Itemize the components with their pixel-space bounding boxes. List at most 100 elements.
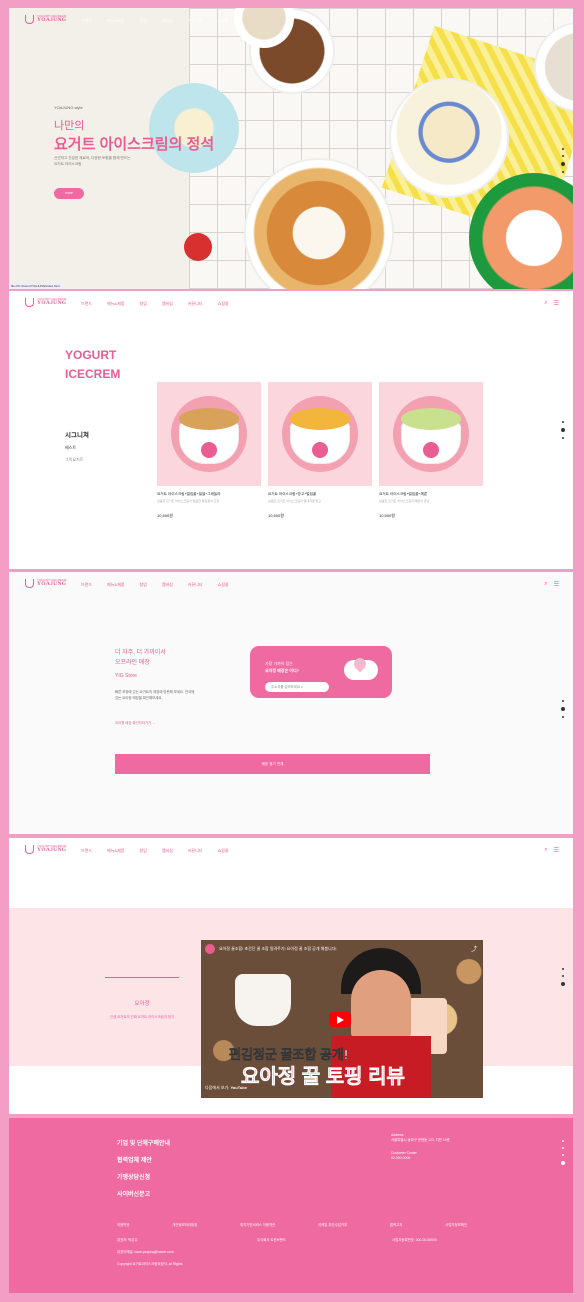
- section-pagination: [561, 700, 565, 718]
- hero-more-button[interactable]: more: [54, 188, 84, 199]
- menu-franchise[interactable]: 창업: [139, 582, 146, 588]
- link-biz-info[interactable]: 사업자정보확인: [445, 1222, 467, 1227]
- store-heading-1: 더 자주, 더 가까이서: [115, 650, 166, 656]
- menu-shop[interactable]: 쇼핑몰: [218, 301, 229, 307]
- video-caption-2: 요아정 꿀 토핑 리뷰: [241, 1066, 405, 1089]
- search-icon[interactable]: ⌕: [544, 581, 547, 588]
- menu-membership[interactable]: 멤버십: [162, 582, 173, 588]
- logo[interactable]: YOGURT ICECREAM YOAJUNG: [25, 579, 66, 588]
- link-email-refuse[interactable]: 이메일 무단수집거부: [318, 1222, 347, 1227]
- menu-products[interactable]: 메뉴&제품: [107, 18, 124, 24]
- all-stores-button[interactable]: 매장 찾기 전체: [115, 754, 430, 774]
- video-title[interactable]: 요아정 꿀조합! 초간단 꿀 조합 알려주기! 요아정 꿀 조합 공개 해봅니다…: [219, 946, 337, 952]
- menu-franchise[interactable]: 창업: [139, 18, 146, 24]
- nav-icons: ⌕ ☰: [544, 847, 559, 854]
- search-icon[interactable]: ⌕: [544, 17, 547, 24]
- watch-on-youtube[interactable]: 다음에서 보기: YouTube: [205, 1085, 247, 1091]
- hamburger-icon[interactable]: ☰: [554, 847, 559, 854]
- menu-shop[interactable]: 쇼핑몰: [218, 582, 229, 588]
- nav-icons: ⌕ ☰: [544, 581, 559, 588]
- menu-membership[interactable]: 멤버십: [162, 848, 173, 854]
- link-terms[interactable]: 이용약관: [117, 1222, 129, 1227]
- search-icon[interactable]: ⌕: [544, 300, 547, 307]
- page-dot[interactable]: [562, 700, 564, 702]
- product-card[interactable]: 요거트 아이스크림+벌집꿀+메론 상큼한 요거트 아이스크림과 메론의 만남 1…: [379, 382, 483, 519]
- menu-franchise[interactable]: 창업: [139, 301, 146, 307]
- page-dot[interactable]: [562, 968, 564, 970]
- page-dot[interactable]: [562, 148, 564, 150]
- page-dot[interactable]: [562, 1140, 564, 1142]
- link-cyber-complaint[interactable]: 사이버신문고: [117, 1187, 170, 1204]
- menu-community[interactable]: 커뮤니티: [188, 848, 203, 854]
- page-dot-active[interactable]: [561, 1161, 565, 1165]
- menu-community[interactable]: 커뮤니티: [188, 18, 203, 24]
- page-dot[interactable]: [562, 155, 564, 157]
- menu-franchise[interactable]: 창업: [139, 848, 146, 854]
- channel-avatar[interactable]: [205, 944, 215, 954]
- store-brand: YIG Store: [115, 673, 137, 679]
- youtube-video[interactable]: 요아정 꿀조합! 초간단 꿀 조합 알려주기! 요아정 꿀 조합 공개 해봅니다…: [201, 940, 483, 1098]
- menu-brand[interactable]: 브랜드: [81, 301, 92, 307]
- page-dot[interactable]: [562, 421, 564, 423]
- address-input[interactable]: 주소지를 입력하세요 ⌕: [265, 682, 329, 692]
- logo[interactable]: YOGURT ICECREAM YOAJUNG: [25, 845, 66, 854]
- category-greek[interactable]: 그릭요거트: [65, 457, 83, 463]
- logo[interactable]: YOGURT ICECREAM YOAJUNG: [25, 15, 66, 24]
- link-franchise-consult[interactable]: 가맹상담신청: [117, 1170, 170, 1187]
- menu-products[interactable]: 메뉴&제품: [107, 301, 124, 307]
- link-legal[interactable]: 법적고지: [390, 1222, 402, 1227]
- menu-membership[interactable]: 멤버십: [162, 18, 173, 24]
- hamburger-icon[interactable]: ☰: [554, 581, 559, 588]
- store-link[interactable]: 요아정 매장 확인하러가기 →: [115, 720, 156, 725]
- menu-products[interactable]: 메뉴&제품: [107, 582, 124, 588]
- menu-community[interactable]: 커뮤니티: [188, 301, 203, 307]
- store-heading: 더 자주, 더 가까이서 오프라인 매장: [115, 648, 166, 668]
- bowl-blueberry: [389, 78, 509, 198]
- yogurt-cup: [235, 974, 291, 1026]
- product-price: 10,500원: [268, 513, 284, 518]
- page-dot[interactable]: [562, 1147, 564, 1149]
- product-card[interactable]: 요거트 아이스크림+벌집꿀+밀셀+그래놀라 상큼한 요거트 아이스크림과 달콤한…: [157, 382, 261, 519]
- signature-section: YOGURT ICECREAM YOAJUNG 브랜드 메뉴&제품 창업 멤버십…: [9, 291, 573, 569]
- link-privacy[interactable]: 개인정보처리방침: [172, 1222, 197, 1227]
- menu-brand[interactable]: 브랜드: [81, 848, 92, 854]
- menu-brand[interactable]: 브랜드: [81, 18, 92, 24]
- menu-shop[interactable]: 쇼핑몰: [218, 18, 229, 24]
- menu-membership[interactable]: 멤버십: [162, 301, 173, 307]
- search-icon[interactable]: ⌕: [544, 847, 547, 854]
- page-dot[interactable]: [562, 1154, 564, 1156]
- cup-label: [312, 442, 328, 458]
- menu-community[interactable]: 커뮤니티: [188, 582, 203, 588]
- nav-icons: ⌕ ☰: [544, 17, 559, 24]
- link-group-purchase[interactable]: 기업 및 단체구매안내: [117, 1136, 170, 1153]
- link-location-terms[interactable]: 위치기반서비스 이용약관: [240, 1222, 275, 1227]
- address-value: 서울특별시 송파구 문정동 123, 지번 15층: [391, 1138, 450, 1142]
- link-partner[interactable]: 협력업체 제안: [117, 1153, 170, 1170]
- hamburger-icon[interactable]: ☰: [554, 17, 559, 24]
- page-dot[interactable]: [562, 716, 564, 718]
- page-dot[interactable]: [562, 437, 564, 439]
- page-dot-active[interactable]: [561, 982, 565, 986]
- page-dot-active[interactable]: [561, 428, 565, 432]
- play-icon[interactable]: [329, 1012, 351, 1027]
- footer: 기업 및 단체구매안내 협력업체 제안 가맹상담신청 사이버신문고 Addres…: [9, 1118, 573, 1293]
- menu-products[interactable]: 메뉴&제품: [107, 848, 124, 854]
- top-navigation: YOGURT ICECREAM YOAJUNG 브랜드 메뉴&제품 창업 멤버십…: [9, 8, 573, 36]
- category-best[interactable]: 베스트: [65, 445, 76, 451]
- page-dot[interactable]: [562, 975, 564, 977]
- hero-title-2: 요거트 아이스크림의 정석: [54, 136, 215, 153]
- page-dot-active[interactable]: [561, 162, 565, 166]
- product-name: 요거트 아이스크림+벌집꿀+밀셀+그래놀라: [157, 492, 221, 496]
- logo[interactable]: YOGURT ICECREAM YOAJUNG: [25, 298, 66, 307]
- share-icon[interactable]: ⤴: [471, 944, 477, 953]
- store-description: 빠른 포장에 있는 요거트의 매장에 방문해 보세요. 전국에 있는 요아정 매…: [115, 690, 195, 700]
- hamburger-icon[interactable]: ☰: [554, 300, 559, 307]
- menu-brand[interactable]: 브랜드: [81, 582, 92, 588]
- section-pagination: [561, 421, 565, 439]
- page-dot-active[interactable]: [561, 707, 565, 711]
- menu-shop[interactable]: 쇼핑몰: [218, 848, 229, 854]
- product-card[interactable]: 요거트 아이스크림+망고+벌집꿀 상큼한 요거트 아이스크림과 열대과일 망고 …: [268, 382, 372, 519]
- cup-icon: [25, 845, 34, 854]
- search-icon[interactable]: ⌕: [301, 685, 303, 689]
- page-dot[interactable]: [562, 171, 564, 173]
